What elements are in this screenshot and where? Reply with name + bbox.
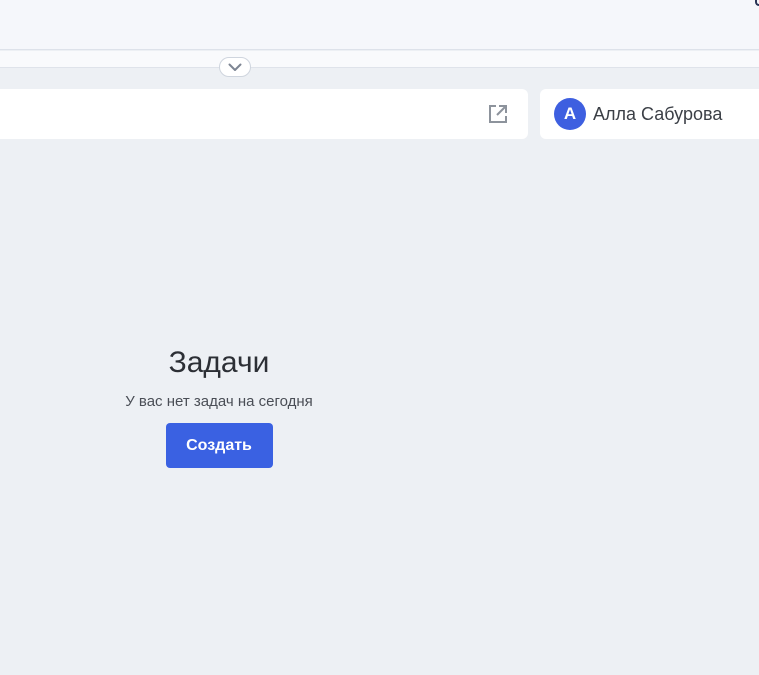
tasks-title: Задачи xyxy=(168,346,270,379)
task-search-panel[interactable] xyxy=(0,89,528,139)
tasks-empty-state: Задачи У вас нет задач на сегодня Создат… xyxy=(69,345,369,468)
create-task-button[interactable]: Создать xyxy=(165,423,273,468)
top-bar xyxy=(0,0,759,50)
external-link-icon xyxy=(489,105,507,123)
user-name: Алла Сабурова xyxy=(593,103,723,124)
sub-bar xyxy=(0,51,759,68)
avatar: А xyxy=(554,98,586,130)
window-corner-mark xyxy=(755,0,759,6)
user-profile[interactable]: А Алла Сабурова xyxy=(540,89,759,139)
tasks-empty-message: У вас нет задач на сегодня xyxy=(125,393,313,410)
collapse-toggle-button[interactable] xyxy=(219,57,251,77)
open-external-button[interactable] xyxy=(485,101,511,127)
chevron-down-icon xyxy=(228,63,242,71)
